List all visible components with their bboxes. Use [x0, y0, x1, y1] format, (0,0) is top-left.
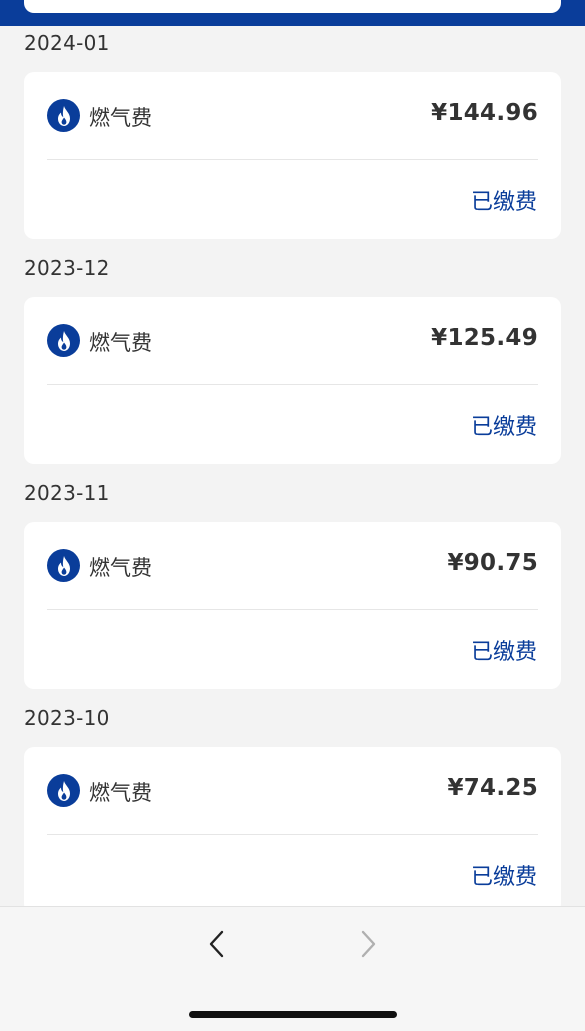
bill-history-page: 2024-01 燃气费 ¥144.96 已缴费 2023-12 燃气费 ¥125…: [0, 0, 585, 1031]
summary-card-partial: [24, 0, 561, 13]
bill-card[interactable]: 燃气费 ¥90.75 已缴费: [24, 522, 561, 689]
bill-name: 燃气费: [89, 781, 152, 805]
paid-status: 已缴费: [470, 865, 537, 890]
bill-name: 燃气费: [89, 106, 152, 130]
paid-status: 已缴费: [470, 640, 537, 665]
bill-amount: ¥125.49: [431, 325, 538, 351]
month-group: 2023-11 燃气费 ¥90.75 已缴费: [0, 476, 585, 701]
flame-icon: [47, 549, 80, 582]
chevron-right-icon[interactable]: [353, 929, 383, 959]
bill-card[interactable]: 燃气费 ¥144.96 已缴费: [24, 72, 561, 239]
bill-name: 燃气费: [89, 331, 152, 355]
month-label: 2023-11: [24, 481, 110, 505]
bill-amount: ¥74.25: [447, 775, 538, 801]
bill-card[interactable]: 燃气费 ¥125.49 已缴费: [24, 297, 561, 464]
month-group: 2023-10 燃气费 ¥74.25 已缴费: [0, 701, 585, 926]
bill-amount: ¥90.75: [447, 550, 538, 576]
divider: [47, 834, 538, 835]
bill-list: 2024-01 燃气费 ¥144.96 已缴费 2023-12 燃气费 ¥125…: [0, 26, 585, 926]
divider: [47, 384, 538, 385]
month-label: 2024-01: [24, 31, 110, 55]
month-label: 2023-12: [24, 256, 110, 280]
home-indicator[interactable]: [189, 1011, 397, 1018]
paid-status: 已缴费: [470, 190, 537, 215]
browser-toolbar: [0, 906, 585, 1031]
divider: [47, 159, 538, 160]
flame-icon: [47, 99, 80, 132]
flame-icon: [47, 324, 80, 357]
month-group: 2024-01 燃气费 ¥144.96 已缴费: [0, 26, 585, 251]
month-group: 2023-12 燃气费 ¥125.49 已缴费: [0, 251, 585, 476]
bill-amount: ¥144.96: [431, 100, 538, 126]
bill-name: 燃气费: [89, 556, 152, 580]
bill-card[interactable]: 燃气费 ¥74.25 已缴费: [24, 747, 561, 914]
paid-status: 已缴费: [470, 415, 537, 440]
month-label: 2023-10: [24, 706, 110, 730]
chevron-left-icon[interactable]: [202, 929, 232, 959]
flame-icon: [47, 774, 80, 807]
divider: [47, 609, 538, 610]
